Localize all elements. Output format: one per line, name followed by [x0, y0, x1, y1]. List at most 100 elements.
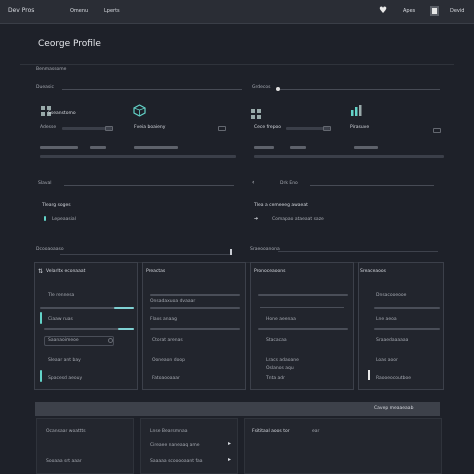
column-row: Tnta adr [266, 376, 286, 381]
card-chip[interactable] [323, 126, 331, 131]
card-progress [40, 146, 78, 149]
section2-left-label: Slaval [38, 181, 52, 186]
slider-track[interactable] [374, 328, 440, 330]
section2-right-title: Tlea a cemeeeg awaeat [254, 203, 308, 208]
radio-icon[interactable] [108, 338, 113, 343]
bottom-right-tag: ear [312, 429, 320, 434]
bottom-row: Lnse Bearsmnaa [150, 429, 188, 434]
column-row: Lracs adaoane [266, 358, 299, 363]
bottom-row: Ocansaar woattts [46, 429, 86, 434]
bottom-panel-left [36, 418, 134, 474]
bottom-right-title: Fsititaal aoos tor [252, 429, 290, 434]
section3-line [60, 254, 232, 255]
vertical-marker [368, 370, 370, 380]
column-row: Spacesd aeouy [48, 376, 83, 381]
slider-track[interactable] [150, 307, 240, 309]
column-row: Oslanos aqu [266, 366, 294, 371]
card-name: Fveia boaieny [134, 125, 166, 130]
column-panel [34, 262, 138, 390]
section2-left-item: Lepeaasial [52, 217, 76, 222]
section2-right-line [310, 185, 434, 186]
column-title: Velarltx econaaat [46, 269, 86, 274]
nav-item-2[interactable]: Lperts [104, 9, 120, 14]
column-row: Tle rennesa [48, 293, 75, 298]
column-row: Hone aeenaa [266, 317, 296, 322]
header-dot [276, 87, 280, 91]
column-row: Ooneaon doop [152, 358, 185, 363]
column-row: Loas aoor [376, 358, 398, 363]
title-divider [20, 64, 454, 65]
row-divider [260, 307, 344, 308]
section2-left-title: Tlearg soges [42, 203, 71, 208]
section2-right-item: Comapao ataeaat saze [272, 217, 324, 222]
slider-track[interactable] [150, 294, 240, 296]
user-menu-icon[interactable] [430, 6, 439, 16]
chevron-right-icon[interactable]: ▸ [228, 441, 231, 447]
nav-far-label[interactable]: Devid [450, 9, 464, 14]
grid-icon [251, 109, 261, 119]
slider-track[interactable] [374, 307, 440, 309]
card-progress [290, 146, 306, 149]
column-row: Ctorat arenas [152, 338, 183, 343]
column-row: Stacacaa [266, 338, 287, 343]
top-bar: Dev Pros Omenu Lperts ♥ Apes Devid [0, 0, 474, 24]
left-header-line [62, 89, 242, 90]
card-progress [254, 146, 274, 149]
column-row: Dnsacooeooe [376, 293, 407, 298]
cube-icon [133, 104, 146, 117]
accent-marker [40, 370, 42, 382]
accent-marker [40, 312, 42, 324]
column-panel [358, 262, 444, 390]
card-label: Adesse [40, 125, 57, 130]
bottom-row: Sooaaa srt aaar [46, 459, 82, 464]
column-row: Onsadaxuoa dvaaar [150, 299, 196, 304]
slider-track[interactable] [258, 294, 348, 296]
column-row: Lne aeoa [376, 317, 397, 322]
section2-left-line [64, 185, 234, 186]
card-chip[interactable] [218, 126, 226, 131]
accent-marker [44, 216, 46, 221]
sort-icon[interactable]: ⇅ [38, 268, 43, 275]
bottom-band-label[interactable]: Cavep meaaeaab [374, 406, 413, 412]
slider-fill [114, 307, 134, 309]
section3-tick [230, 249, 232, 255]
card-progress [354, 146, 378, 149]
arrow-right-icon[interactable]: ➔ [254, 216, 258, 222]
section3-label-left: Dcooaoaaso [36, 247, 64, 252]
column-row: Flaxs anaag [150, 317, 178, 322]
left-header: Dueasic [36, 85, 54, 90]
right-header: Grdecos [252, 85, 271, 90]
column-title: Sreaceaoos [360, 269, 386, 274]
slider-track[interactable] [150, 328, 240, 330]
card-chip[interactable] [433, 128, 441, 133]
card-name: Sseanstomo [48, 111, 76, 116]
card-progress [90, 146, 106, 149]
chevron-right-icon[interactable]: ▸ [228, 457, 231, 463]
section2-right-label: Drk Eno [280, 181, 298, 186]
chevron-left-icon[interactable]: ‹ [252, 180, 254, 186]
slider-fill [118, 328, 134, 330]
column-panel [142, 262, 246, 390]
card-progress-track [254, 155, 444, 158]
section3-line-right [278, 251, 438, 252]
column-title: Preactas [146, 269, 166, 274]
column-title: Pronoceaoons [254, 269, 286, 274]
bottom-row: Cireaee naneaaq ame [150, 443, 200, 448]
chart-icon [351, 105, 362, 116]
nav-item-1[interactable]: Omenu [70, 9, 88, 14]
column-row: Ciaaw ruas [48, 317, 73, 322]
app-logo[interactable]: Dev Pros [8, 8, 34, 14]
heart-icon[interactable]: ♥ [379, 6, 387, 16]
card-name: Pirasuve [350, 125, 370, 130]
page-title: Ceorge Profile [38, 39, 101, 49]
card-progress [134, 146, 178, 149]
right-header-line [280, 89, 440, 90]
slider-track[interactable] [258, 328, 348, 330]
section3-label-mid: Sraeooanona [250, 247, 280, 252]
card-progress-track [40, 155, 236, 158]
bottom-panel-right [244, 418, 442, 474]
nav-right-label[interactable]: Apes [403, 9, 415, 14]
column-row: Fatoaooaaar [152, 376, 180, 381]
card-chip[interactable] [105, 126, 113, 131]
column-row: Saanaoimeoe [48, 338, 79, 343]
